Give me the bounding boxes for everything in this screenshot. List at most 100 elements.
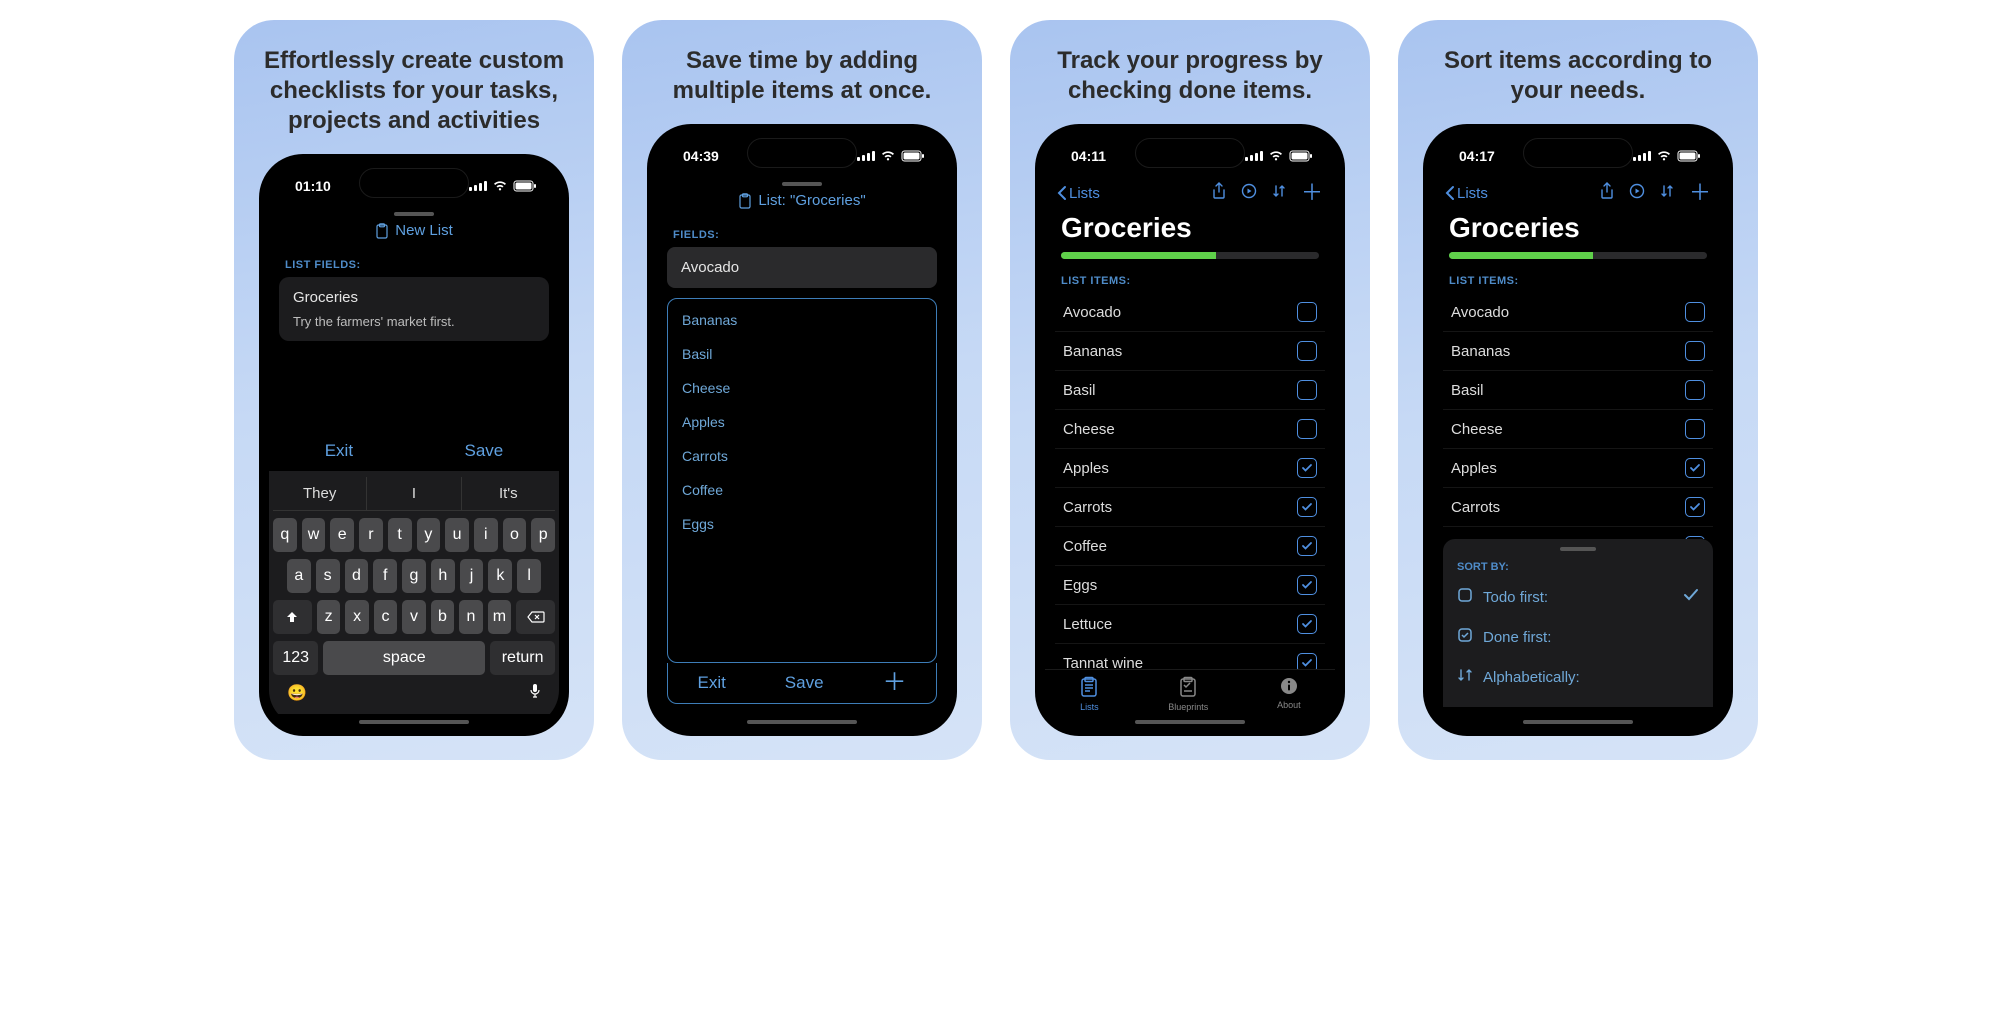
- key-a[interactable]: a: [287, 559, 311, 593]
- multi-item[interactable]: Eggs: [668, 507, 936, 541]
- add-button[interactable]: ＋: [883, 671, 907, 695]
- space-key[interactable]: space: [323, 641, 485, 675]
- key-l[interactable]: l: [517, 559, 541, 593]
- suggestion-3[interactable]: It's: [462, 477, 555, 510]
- suggestion-1[interactable]: They: [273, 477, 367, 510]
- key-n[interactable]: n: [459, 600, 482, 634]
- list-item[interactable]: Carrots: [1055, 488, 1325, 527]
- key-v[interactable]: v: [402, 600, 425, 634]
- share-icon[interactable]: [1599, 182, 1615, 204]
- key-k[interactable]: k: [488, 559, 512, 593]
- checkbox[interactable]: [1685, 302, 1705, 322]
- checkbox[interactable]: [1685, 380, 1705, 400]
- list-item[interactable]: Tannat wine: [1055, 644, 1325, 669]
- key-j[interactable]: j: [460, 559, 484, 593]
- sort-option[interactable]: Alphabetically:: [1443, 657, 1713, 697]
- checkbox[interactable]: [1297, 419, 1317, 439]
- checkbox[interactable]: [1297, 458, 1317, 478]
- tab-blueprints[interactable]: Blueprints: [1168, 676, 1208, 712]
- list-item[interactable]: Avocado: [1055, 293, 1325, 332]
- key-i[interactable]: i: [474, 518, 498, 552]
- list-item[interactable]: Lettuce: [1055, 605, 1325, 644]
- key-r[interactable]: r: [359, 518, 383, 552]
- key-s[interactable]: s: [316, 559, 340, 593]
- multi-add-box[interactable]: BananasBasilCheeseApplesCarrotsCoffeeEgg…: [667, 298, 937, 663]
- play-icon[interactable]: [1241, 183, 1257, 203]
- home-indicator[interactable]: [1523, 720, 1633, 724]
- list-item[interactable]: Apples: [1055, 449, 1325, 488]
- items-list[interactable]: AvocadoBananasBasilCheeseApplesCarrotsCo…: [1433, 293, 1723, 539]
- keyboard[interactable]: They I It's qwertyuiop asdfghjkl zxcvbnm…: [269, 471, 559, 714]
- key-c[interactable]: c: [374, 600, 397, 634]
- back-button[interactable]: Lists: [1057, 185, 1100, 202]
- add-icon[interactable]: ＋: [1689, 182, 1711, 204]
- list-item[interactable]: Avocado: [1443, 293, 1713, 332]
- play-icon[interactable]: [1629, 183, 1645, 203]
- key-u[interactable]: u: [445, 518, 469, 552]
- key-m[interactable]: m: [488, 600, 511, 634]
- checkbox[interactable]: [1297, 341, 1317, 361]
- key-d[interactable]: d: [345, 559, 369, 593]
- items-list[interactable]: AvocadoBananasBasilCheeseApplesCarrotsCo…: [1045, 293, 1335, 669]
- key-q[interactable]: q: [273, 518, 297, 552]
- key-b[interactable]: b: [431, 600, 454, 634]
- key-w[interactable]: w: [302, 518, 326, 552]
- list-desc-field[interactable]: Try the farmers' market first.: [293, 314, 535, 329]
- sort-sheet[interactable]: SORT BY: Todo first:Done first:Alphabeti…: [1443, 539, 1713, 707]
- key-g[interactable]: g: [402, 559, 426, 593]
- sort-icon[interactable]: [1271, 183, 1287, 203]
- checkbox[interactable]: [1685, 458, 1705, 478]
- list-item[interactable]: Eggs: [1055, 566, 1325, 605]
- key-e[interactable]: e: [330, 518, 354, 552]
- sort-icon[interactable]: [1659, 183, 1675, 203]
- list-name-field[interactable]: Groceries: [293, 289, 535, 306]
- multi-item[interactable]: Bananas: [668, 303, 936, 337]
- list-item[interactable]: Apples: [1443, 449, 1713, 488]
- checkbox[interactable]: [1297, 536, 1317, 556]
- home-indicator[interactable]: [359, 720, 469, 724]
- save-button[interactable]: Save: [785, 673, 824, 693]
- exit-button[interactable]: Exit: [697, 673, 725, 693]
- list-item[interactable]: Coffee: [1055, 527, 1325, 566]
- item-input[interactable]: Avocado: [667, 247, 937, 288]
- mic-key[interactable]: [529, 683, 541, 704]
- multi-item[interactable]: Basil: [668, 337, 936, 371]
- checkbox[interactable]: [1297, 380, 1317, 400]
- key-p[interactable]: p: [531, 518, 555, 552]
- home-indicator[interactable]: [747, 720, 857, 724]
- 123-key[interactable]: 123: [273, 641, 318, 675]
- sort-option[interactable]: Done first:: [1443, 617, 1713, 657]
- list-fields-card[interactable]: Groceries Try the farmers' market first.: [279, 277, 549, 341]
- key-o[interactable]: o: [503, 518, 527, 552]
- list-item[interactable]: Cheese: [1055, 410, 1325, 449]
- list-item[interactable]: Bananas: [1055, 332, 1325, 371]
- share-icon[interactable]: [1211, 182, 1227, 204]
- exit-button[interactable]: Exit: [325, 441, 353, 461]
- sheet-handle[interactable]: [394, 212, 434, 216]
- keyboard-suggestions[interactable]: They I It's: [273, 477, 555, 511]
- checkbox[interactable]: [1297, 653, 1317, 669]
- add-icon[interactable]: ＋: [1301, 182, 1323, 204]
- suggestion-2[interactable]: I: [367, 477, 461, 510]
- list-item[interactable]: Basil: [1443, 371, 1713, 410]
- checkbox[interactable]: [1297, 302, 1317, 322]
- emoji-key[interactable]: 😀: [287, 683, 307, 704]
- return-key[interactable]: return: [490, 641, 555, 675]
- list-item[interactable]: Carrots: [1443, 488, 1713, 527]
- key-x[interactable]: x: [345, 600, 368, 634]
- key-t[interactable]: t: [388, 518, 412, 552]
- multi-item[interactable]: Apples: [668, 405, 936, 439]
- list-item[interactable]: Bananas: [1443, 332, 1713, 371]
- checkbox[interactable]: [1685, 419, 1705, 439]
- multi-item[interactable]: Coffee: [668, 473, 936, 507]
- list-item[interactable]: Basil: [1055, 371, 1325, 410]
- sort-sheet-handle[interactable]: [1560, 547, 1596, 551]
- multi-item[interactable]: Carrots: [668, 439, 936, 473]
- back-button[interactable]: Lists: [1445, 185, 1488, 202]
- tab-about[interactable]: About: [1277, 676, 1301, 712]
- key-z[interactable]: z: [317, 600, 340, 634]
- checkbox[interactable]: [1297, 497, 1317, 517]
- shift-key[interactable]: [273, 600, 312, 634]
- checkbox[interactable]: [1685, 497, 1705, 517]
- checkbox[interactable]: [1297, 575, 1317, 595]
